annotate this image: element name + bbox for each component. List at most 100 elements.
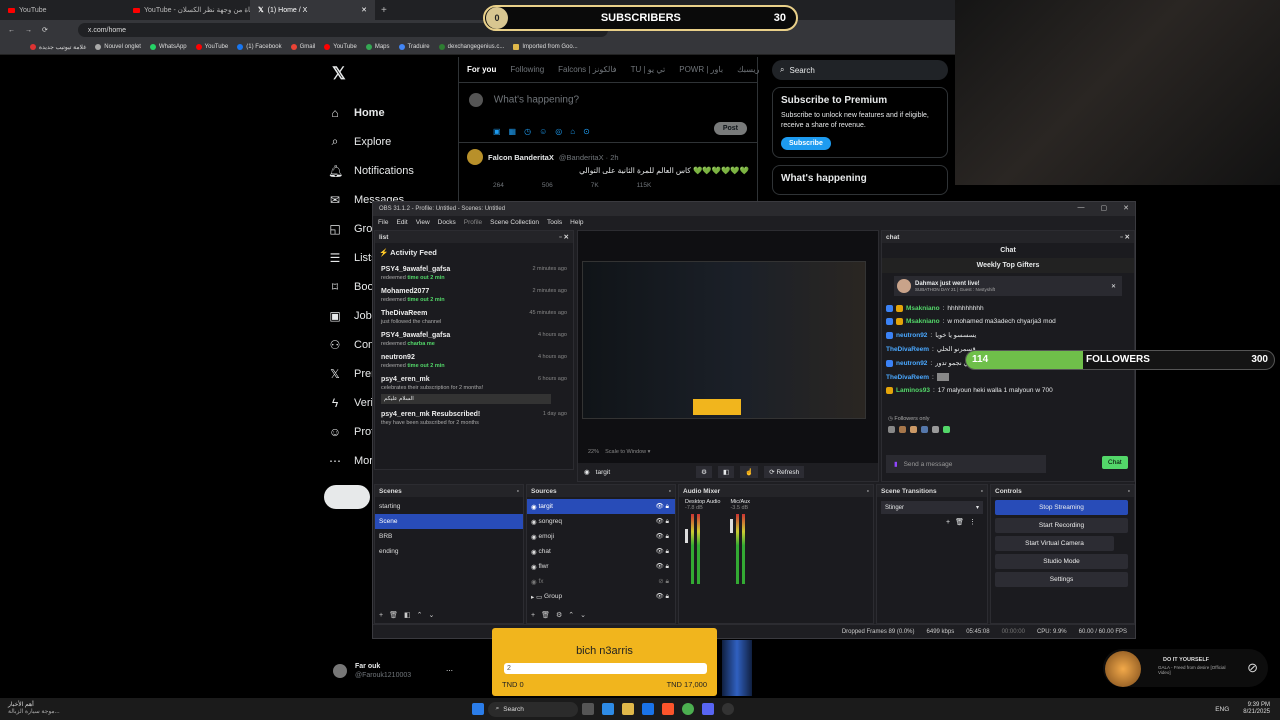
source-item[interactable]: ◉ flwr 👁︎ 🔒︎ (527, 559, 675, 574)
compose-tools-icon[interactable]: ▣▦◷☺◎⌂⊙ (493, 127, 598, 136)
search-input[interactable]: ⌕ Search (772, 60, 948, 80)
bookmark-item[interactable]: (1) Facebook (237, 44, 282, 50)
bookmark-item[interactable]: YouTube (324, 44, 357, 50)
volume-slider[interactable] (730, 519, 734, 533)
more-icon[interactable]: ⋯ (446, 667, 453, 675)
account-switcher[interactable]: Far ouk @Farouk1210003 ⋯ (333, 663, 453, 679)
minimize-icon[interactable]: — (1078, 204, 1085, 212)
maximize-icon[interactable]: ▢ (1101, 204, 1108, 212)
emote-icon[interactable] (921, 426, 928, 433)
discord-icon[interactable] (701, 703, 714, 715)
menu-scene-collection[interactable]: Scene Collection (490, 219, 539, 226)
volume-slider[interactable] (685, 529, 688, 543)
browser-tab-youtube[interactable]: YouTube (0, 0, 125, 20)
menu-tools[interactable]: Tools (547, 219, 562, 226)
transition-select[interactable]: Stinger ▾ (881, 501, 983, 514)
studio-mode-button[interactable]: Studio Mode (995, 554, 1128, 569)
live-banner[interactable]: Dahmax just went live! SUBATHON DAY 21 | … (894, 276, 1122, 296)
menu-view[interactable]: View (416, 219, 430, 226)
eye-lock-icon[interactable]: 👁︎ 🔒︎ (655, 592, 669, 601)
clock[interactable]: 9:39 PM 8/21/2025 (1243, 702, 1270, 716)
obs-icon[interactable] (721, 703, 734, 715)
forward-icon[interactable]: → (25, 27, 32, 34)
emote-icon[interactable] (899, 426, 906, 433)
reload-icon[interactable]: ⟳ (42, 26, 48, 34)
tweet[interactable]: Falcon BanderitaX @BanderitaX · 2h كاس ا… (459, 143, 757, 195)
start-recording-button[interactable]: Start Recording (995, 518, 1128, 533)
menu-file[interactable]: File (378, 219, 388, 226)
emote-icon[interactable] (910, 426, 917, 433)
filters-icon[interactable]: ◧ (717, 466, 735, 478)
tab-for-you[interactable]: For you (467, 65, 496, 74)
windows-start-icon[interactable] (471, 703, 484, 715)
copilot-icon[interactable] (601, 703, 614, 715)
bookmark-item[interactable]: YouTube (195, 44, 228, 50)
like-count[interactable]: 7K (591, 182, 599, 189)
eye-lock-icon[interactable]: 👁︎ 🔒︎ (655, 547, 669, 556)
gear-icon[interactable]: ⚙ (696, 466, 712, 478)
retweet-count[interactable]: 506 (542, 182, 553, 189)
post-button[interactable] (324, 485, 370, 509)
source-group[interactable]: ▸ ▭ Group 👁︎ 🔒︎ (527, 589, 675, 604)
source-item[interactable]: ◉ songreq 👁︎ 🔒︎ (527, 514, 675, 529)
scene-item-selected[interactable]: Scene (375, 514, 523, 529)
virtual-camera-button[interactable]: Start Virtual Camera (995, 536, 1114, 551)
chat-input[interactable]: ▮ Send a message (886, 455, 1046, 473)
menu-profile[interactable]: Profile (464, 219, 482, 226)
close-icon[interactable]: ✕ (1123, 204, 1129, 212)
scene-item[interactable]: ending (375, 544, 523, 559)
view-count[interactable]: 115K (637, 182, 652, 189)
emote-icon[interactable] (943, 426, 950, 433)
lang-indicator[interactable]: ENG (1215, 706, 1229, 713)
edge-icon[interactable] (641, 703, 654, 715)
compose-input[interactable]: What's happening? (494, 95, 579, 106)
bookmark-item[interactable]: Maps (365, 44, 390, 50)
dock-float-icon[interactable]: ▫ (1128, 488, 1130, 495)
dock-float-icon[interactable]: ▫ (981, 488, 983, 495)
subscribe-button[interactable]: Subscribe (781, 136, 831, 150)
source-item[interactable]: ◉ fx ⊘ 🔒︎ (527, 574, 675, 589)
interact-icon[interactable]: ☝ (740, 466, 759, 478)
transition-tools-icon[interactable]: +🗑︎⋮ (877, 518, 987, 526)
menu-help[interactable]: Help (570, 219, 583, 226)
browser-tab-youtube-2[interactable]: YouTube - الحياة من وجهة نظر الكسلان (125, 0, 250, 20)
eye-lock-icon[interactable]: 👁︎ 🔒︎ (655, 517, 669, 526)
tweet-author[interactable]: Falcon BanderitaX (488, 153, 554, 162)
scene-toolbar-icon[interactable]: +🗑︎◧⌃⌄ (379, 611, 440, 619)
scene-item[interactable]: BRB (375, 529, 523, 544)
back-icon[interactable]: ← (8, 27, 15, 34)
tab-more[interactable]: ريسبك (737, 65, 759, 74)
news-widget[interactable]: أهم الأخبار موجة سيارة الزبالة... (8, 702, 60, 715)
tab-powr[interactable]: POWR | باور (679, 65, 723, 74)
taskbar-search[interactable]: ⌕ Search (487, 701, 578, 717)
chat-send-button[interactable]: Chat (1102, 456, 1128, 469)
new-tab-icon[interactable]: + (381, 5, 387, 16)
dock-float-icon[interactable]: ▫ (517, 488, 519, 495)
explorer-icon[interactable] (621, 703, 634, 715)
brave-icon[interactable] (661, 703, 674, 715)
tab-tu[interactable]: TU | تي يو (631, 65, 666, 74)
settings-button[interactable]: Settings (995, 572, 1128, 587)
tab-following[interactable]: Following (510, 65, 544, 74)
x-logo-icon[interactable]: 𝕏 (332, 64, 448, 84)
tab-falcons[interactable]: Falcons | فالكونز (558, 65, 616, 74)
close-icon[interactable]: ✕ (1111, 283, 1116, 290)
emote-icon[interactable] (888, 426, 895, 433)
bookmark-item[interactable]: غلامة تيوتيب جديدة (30, 44, 86, 51)
scene-item[interactable]: starting (375, 499, 523, 514)
menu-edit[interactable]: Edit (396, 219, 407, 226)
source-toolbar-icon[interactable]: +🗑︎⚙⌃⌄ (531, 611, 592, 619)
browser-tab-x[interactable]: 𝕏 (1) Home / X ✕ (250, 0, 375, 20)
dock-float-icon[interactable]: ▫ (867, 488, 869, 495)
dock-float-icon[interactable]: ▫ (669, 488, 671, 495)
reply-count[interactable]: 264 (493, 182, 504, 189)
source-item[interactable]: ◉ emoji 👁︎ 🔒︎ (527, 529, 675, 544)
task-view-icon[interactable] (581, 703, 594, 715)
bookmark-item[interactable]: Gmail (290, 44, 315, 50)
eye-lock-icon[interactable]: ⊘ 🔒︎ (658, 577, 669, 586)
post-submit-button[interactable]: Post (713, 122, 747, 135)
bookmark-item[interactable]: WhatsApp (149, 44, 187, 50)
eye-lock-icon[interactable]: 👁︎ 🔒︎ (655, 562, 669, 571)
eye-lock-icon[interactable]: 👁︎ 🔒︎ (655, 502, 669, 511)
dock-close-icon[interactable]: ▫ ✕ (1120, 233, 1130, 241)
